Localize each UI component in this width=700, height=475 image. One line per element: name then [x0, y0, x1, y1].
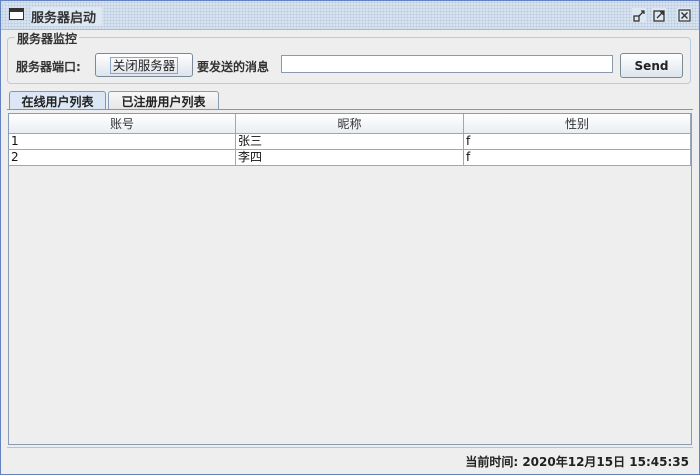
server-monitor-title: 服务器监控 — [15, 30, 80, 47]
current-time-status: 当前时间: 2020年12月15日 15:45:35 — [465, 455, 689, 469]
user-table: 账号 昵称 性别 1 张三 f 2 李四 f — [8, 113, 692, 445]
window-icon — [9, 8, 24, 20]
maximize-icon[interactable] — [652, 8, 666, 22]
message-input[interactable] — [281, 55, 613, 73]
close-server-button-label: 关闭服务器 — [109, 56, 179, 74]
port-label: 服务器端口: — [16, 60, 81, 74]
server-window: 服务器启动 服务器监控 服务器端口: 关闭服务器 要发送的消息 Send 在线用… — [0, 0, 700, 475]
column-header-nickname[interactable]: 昵称 — [236, 114, 464, 134]
cell-nickname: 张三 — [236, 134, 464, 150]
tab-divider — [7, 109, 693, 110]
table-row[interactable]: 2 李四 f — [9, 150, 691, 166]
send-button[interactable]: Send — [620, 53, 683, 78]
cell-gender: f — [464, 134, 691, 150]
cell-account: 2 — [9, 150, 236, 166]
minimize-icon[interactable] — [632, 8, 646, 22]
table-row[interactable]: 1 张三 f — [9, 134, 691, 150]
cell-account: 1 — [9, 134, 236, 150]
title-bar[interactable]: 服务器启动 — [1, 1, 699, 30]
column-header-account[interactable]: 账号 — [9, 114, 236, 134]
cell-nickname: 李四 — [236, 150, 464, 166]
cell-gender: f — [464, 150, 691, 166]
tab-online-users[interactable]: 在线用户列表 — [9, 91, 106, 110]
column-header-gender[interactable]: 性别 — [464, 114, 691, 134]
message-label: 要发送的消息 — [197, 60, 270, 74]
window-title: 服务器启动 — [31, 7, 103, 26]
table-header: 账号 昵称 性别 — [9, 114, 691, 134]
close-server-button[interactable]: 关闭服务器 — [95, 53, 193, 77]
status-separator — [7, 447, 693, 448]
close-icon[interactable] — [677, 8, 691, 22]
tab-registered-users[interactable]: 已注册用户列表 — [108, 91, 219, 110]
